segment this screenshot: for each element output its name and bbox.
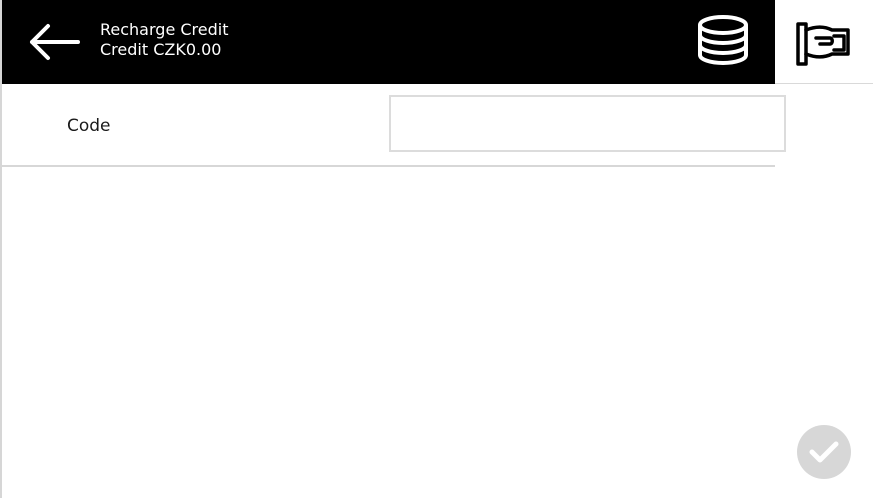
- recharge-credit-screen: Recharge Credit Credit CZK0.00 Code: [0, 0, 873, 498]
- header-title-block: Recharge Credit Credit CZK0.00: [100, 20, 228, 60]
- confirm-button[interactable]: [797, 425, 851, 479]
- side-panel: [775, 0, 873, 498]
- code-input[interactable]: [389, 95, 786, 152]
- coins-button[interactable]: [692, 12, 758, 72]
- arrow-left-icon: [30, 24, 80, 60]
- coins-stack-icon: [698, 15, 748, 66]
- code-form-row: Code: [2, 84, 786, 167]
- checkmark-icon: [809, 441, 839, 463]
- page-title: Recharge Credit: [100, 20, 229, 39]
- back-button[interactable]: [18, 14, 88, 70]
- payment-card-button[interactable]: [775, 0, 873, 84]
- hand-holding-card-icon: [796, 21, 850, 66]
- header-bar: Recharge Credit Credit CZK0.00: [2, 0, 775, 84]
- credit-balance: Credit CZK0.00: [100, 40, 222, 59]
- code-label: Code: [67, 116, 111, 136]
